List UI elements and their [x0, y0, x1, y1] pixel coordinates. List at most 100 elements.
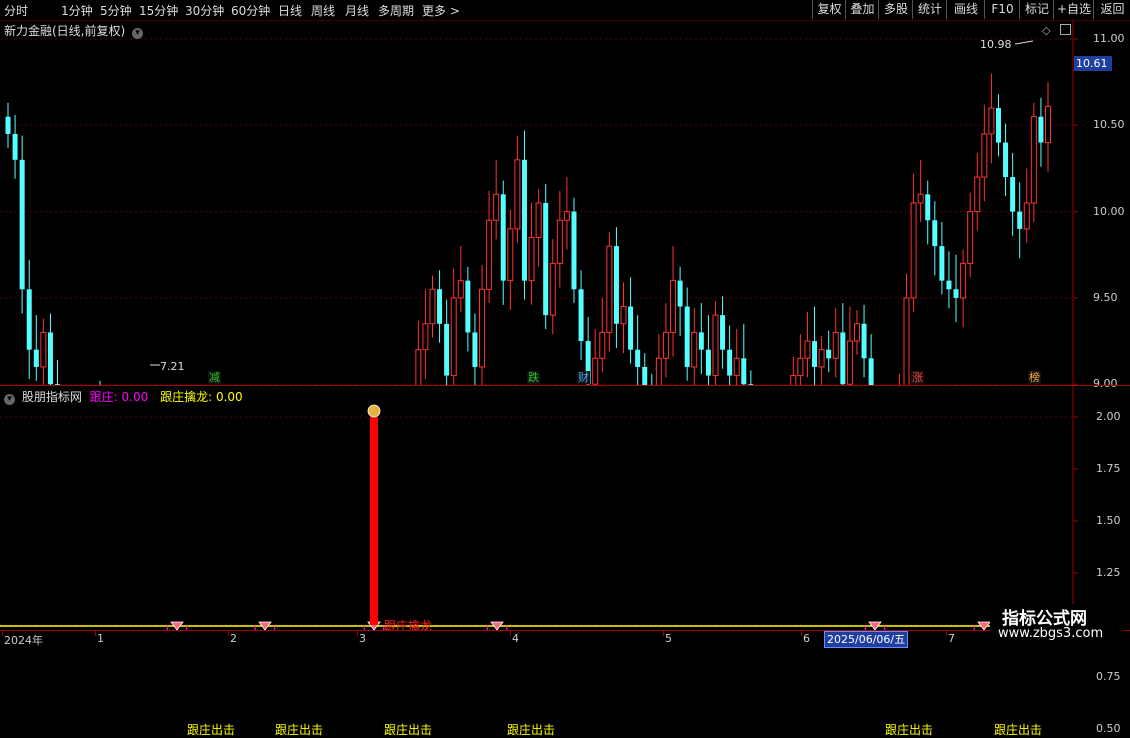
event-marker-rise[interactable]: 涨: [911, 371, 924, 384]
chevron-down-icon[interactable]: ▾: [132, 28, 144, 39]
high-arrow: [1014, 40, 1034, 45]
candle-body: [514, 159, 521, 230]
candle-body: [429, 288, 436, 325]
candle-body: [1017, 211, 1023, 229]
candle-body: [549, 262, 556, 316]
period-toolbar: 分时 1分钟 5分钟 15分钟 30分钟 60分钟 日线 周线 月线 多周期 更…: [0, 0, 1130, 21]
candle-body: [988, 107, 995, 135]
tab-fenshi[interactable]: 分时: [4, 2, 28, 19]
candle-body: [628, 306, 634, 350]
candle-body: [606, 245, 613, 333]
candle-body: [450, 297, 457, 377]
diamond-icon[interactable]: ◇: [1042, 24, 1050, 37]
price-tick-label: 10.50: [1093, 118, 1125, 132]
candle-body: [535, 202, 542, 238]
candle-body: [1003, 142, 1009, 178]
candle-body: [840, 332, 846, 385]
candle-body: [444, 323, 450, 376]
indicator-tick-label: 1.50: [1096, 514, 1121, 527]
candle-body: [733, 357, 740, 377]
draw-line-button[interactable]: 画线: [946, 0, 985, 19]
candle-body: [563, 211, 570, 221]
candle-body: [571, 211, 577, 290]
candle-body: [662, 331, 669, 359]
signal-label: 跟庄出击: [994, 723, 1043, 737]
tab-daily[interactable]: 日线: [278, 2, 302, 19]
candlestick-chart[interactable]: [0, 20, 1130, 385]
add-watchlist-button[interactable]: +自选: [1053, 0, 1094, 19]
tab-60min[interactable]: 60分钟: [231, 2, 270, 19]
tab-monthly[interactable]: 月线: [345, 2, 369, 19]
event-marker-drop[interactable]: 跌: [527, 371, 540, 384]
tab-30min[interactable]: 30分钟: [185, 2, 224, 19]
candle-body: [40, 331, 47, 368]
current-price-badge: 10.61: [1074, 56, 1112, 71]
candle-body: [790, 375, 797, 385]
indicator-chart[interactable]: [0, 386, 1130, 630]
indicator-tick-label: 0.75: [1096, 670, 1121, 683]
candle-body: [19, 159, 25, 290]
candle-body: [925, 194, 931, 221]
candle-body: [939, 246, 945, 281]
candle-body: [26, 289, 32, 350]
candle-body: [960, 262, 967, 299]
candle-body: [946, 280, 952, 290]
date-axis-label: 2: [230, 632, 237, 645]
gengzhuang-value: 0.00: [121, 390, 149, 404]
indicator-tick-label: 2.00: [1096, 410, 1121, 423]
low-price-annotation: 7.21: [160, 360, 185, 373]
candle-body: [1023, 202, 1030, 230]
tab-more[interactable]: 更多 >: [422, 2, 460, 19]
date-axis-label: 1: [97, 632, 104, 645]
tab-multi-period[interactable]: 多周期: [378, 2, 414, 19]
candle-body: [472, 332, 478, 367]
date-axis-label: 6: [803, 632, 810, 645]
candle-body: [599, 331, 606, 359]
candle-body: [465, 280, 471, 333]
multi-stock-button[interactable]: 多股: [878, 0, 913, 19]
candle-body: [47, 332, 53, 385]
event-marker-ranking[interactable]: 榜: [1028, 371, 1041, 384]
overlay-button[interactable]: 叠加: [845, 0, 879, 19]
candle-body: [910, 202, 917, 299]
date-axis-label: 4: [512, 632, 519, 645]
statistics-button[interactable]: 统计: [912, 0, 947, 19]
chevron-down-icon[interactable]: ▾: [4, 394, 15, 405]
candle-body: [853, 323, 860, 342]
indicator-tick-label: 0.50: [1096, 722, 1121, 735]
f10-button[interactable]: F10: [984, 0, 1020, 19]
date-axis-label: 2024年: [4, 634, 43, 647]
candle-body: [457, 280, 464, 299]
candle-body: [12, 133, 18, 160]
candle-body: [974, 176, 981, 213]
candle-body: [691, 331, 698, 368]
event-marker-finance[interactable]: 财: [577, 371, 590, 384]
cursor-date-badge: 2025/06/06/五: [824, 631, 909, 648]
dragon-bar: [370, 417, 378, 625]
candle-body: [1010, 177, 1016, 212]
candle-body: [727, 349, 733, 376]
date-axis-label: 3: [359, 632, 366, 645]
indicator-tick-label: 1.25: [1096, 566, 1121, 579]
price-tick-label: 9.50: [1093, 290, 1118, 304]
candle-body: [741, 358, 747, 385]
tab-15min[interactable]: 15分钟: [139, 2, 178, 19]
candle-body: [1030, 116, 1037, 204]
fuquan-button[interactable]: 复权: [812, 0, 846, 19]
candle-body: [578, 289, 584, 342]
candle-body: [818, 349, 825, 368]
date-axis-tick: [228, 630, 229, 636]
mark-button[interactable]: 标记: [1019, 0, 1054, 19]
signal-label: 跟庄出击: [384, 723, 433, 737]
tab-5min[interactable]: 5分钟: [100, 2, 132, 19]
event-marker-reduce[interactable]: 减: [208, 371, 221, 384]
date-axis-tick: [946, 630, 947, 636]
candle-body: [479, 288, 486, 368]
candle-body: [804, 340, 811, 359]
date-axis-tick: [357, 630, 358, 636]
panel-toggle-icon[interactable]: [1060, 24, 1071, 35]
tab-1min[interactable]: 1分钟: [61, 2, 93, 19]
tab-weekly[interactable]: 周线: [311, 2, 335, 19]
back-button[interactable]: 返回: [1093, 0, 1130, 19]
date-axis-tick: [510, 630, 511, 636]
